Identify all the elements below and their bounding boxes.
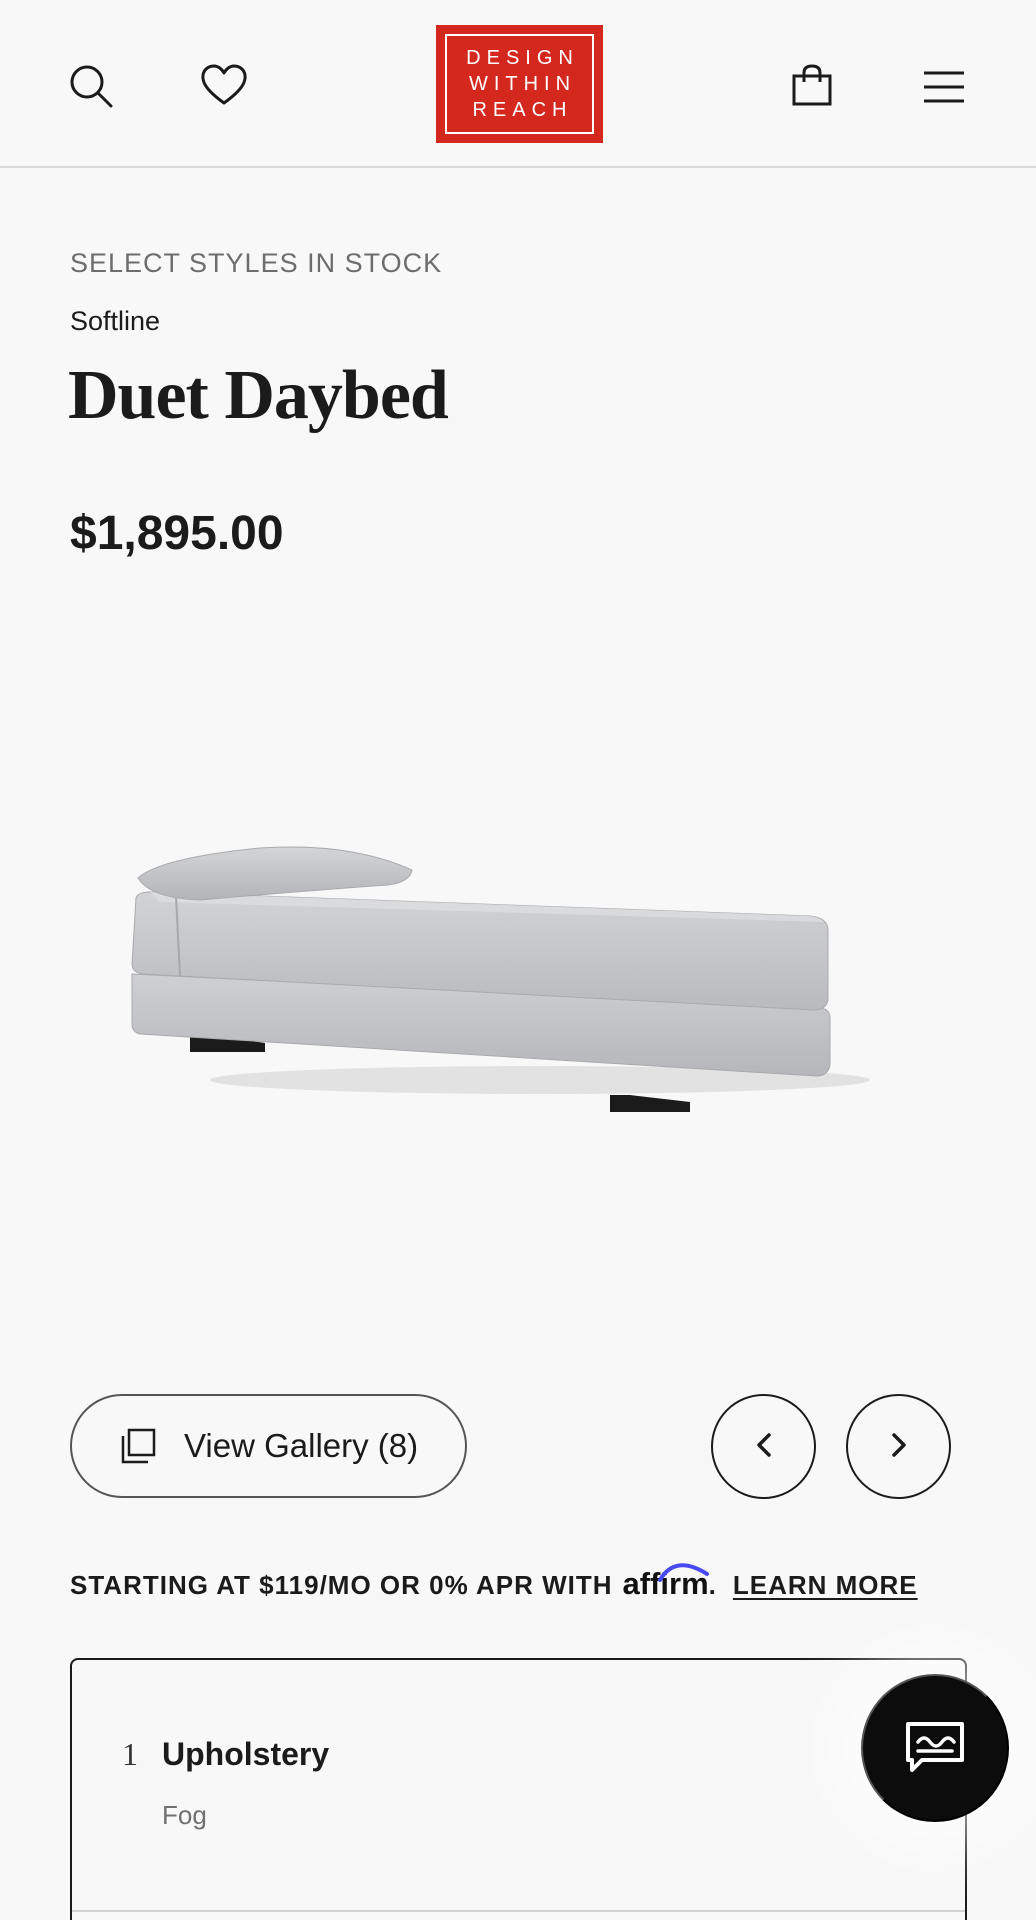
brand-link[interactable]: Softline: [70, 306, 160, 337]
option-number: 1: [122, 1736, 138, 1772]
shopping-bag-icon[interactable]: [792, 64, 832, 106]
chevron-left-icon: [755, 1432, 773, 1461]
option-selected-value: Fog: [162, 1800, 207, 1830]
gallery-stack-icon: [120, 1428, 156, 1464]
option-divider: [72, 1910, 965, 1912]
hamburger-menu-icon[interactable]: [924, 70, 964, 104]
chat-button[interactable]: [861, 1674, 1009, 1822]
brand-logo[interactable]: DESIGN WITHIN REACH: [436, 25, 603, 143]
logo-line-3: REACH: [472, 99, 573, 121]
stock-notice: SELECT STYLES IN STOCK: [70, 248, 443, 278]
next-image-button[interactable]: [846, 1394, 951, 1499]
chat-bubble-icon: [904, 1720, 966, 1777]
logo-line-1: DESIGN: [466, 47, 579, 69]
affirm-logo: affirm: [623, 1563, 709, 1602]
product-image[interactable]: [120, 830, 920, 1130]
product-price: $1,895.00: [70, 507, 284, 560]
product-title: Duet Daybed: [68, 357, 449, 434]
affirm-arc-icon: [657, 1563, 709, 1582]
financing-text: STARTING AT $119/MO OR 0% APR WITH: [70, 1570, 613, 1600]
view-gallery-label: View Gallery (8): [184, 1427, 419, 1464]
financing-banner: STARTING AT $119/MO OR 0% APR WITH affir…: [70, 1563, 918, 1602]
logo-line-2: WITHIN: [468, 73, 577, 95]
site-header: DESIGN WITHIN REACH: [0, 0, 1036, 168]
heart-icon[interactable]: [200, 64, 248, 106]
previous-image-button[interactable]: [711, 1394, 816, 1499]
logo-frame: DESIGN WITHIN REACH: [445, 34, 594, 134]
view-gallery-button[interactable]: View Gallery (8): [70, 1394, 467, 1498]
search-icon[interactable]: [68, 63, 114, 109]
learn-more-link[interactable]: LEARN MORE: [733, 1570, 918, 1601]
option-name: Upholstery: [162, 1736, 330, 1772]
product-options-card: 1 Upholstery Fog: [70, 1658, 967, 1920]
chevron-right-icon: [890, 1432, 908, 1461]
